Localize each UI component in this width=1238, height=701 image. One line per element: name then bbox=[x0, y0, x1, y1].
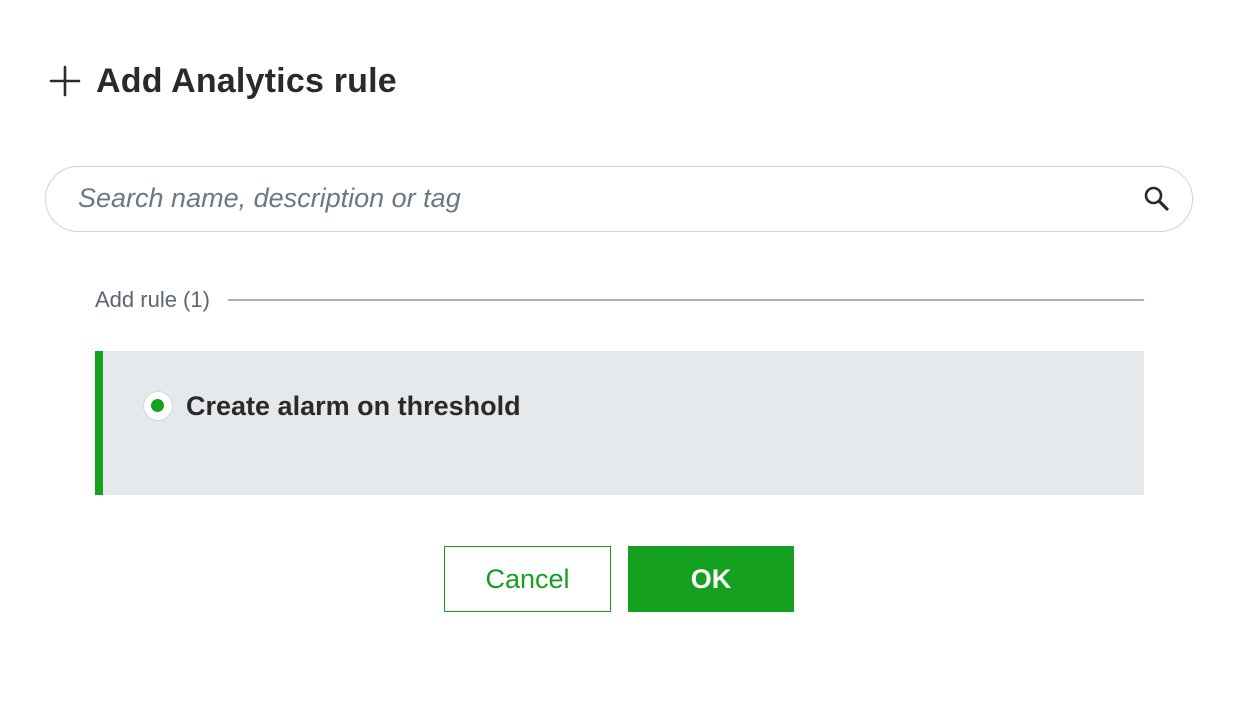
section-divider bbox=[227, 299, 1144, 301]
section-label: Add rule (1) bbox=[95, 287, 210, 312]
add-analytics-rule-dialog: Add Analytics rule Add rule (1) Create a… bbox=[0, 0, 1238, 701]
dialog-header: Add Analytics rule bbox=[48, 56, 397, 106]
search-box bbox=[45, 166, 1193, 232]
search-input[interactable] bbox=[78, 167, 1118, 230]
dialog-title: Add Analytics rule bbox=[96, 61, 397, 100]
section-header: Add rule (1) bbox=[95, 284, 1144, 316]
rule-item-create-alarm-on-threshold[interactable]: Create alarm on threshold bbox=[95, 351, 1144, 495]
rule-radio-button[interactable] bbox=[143, 391, 173, 421]
plus-icon bbox=[48, 64, 82, 98]
rule-label: Create alarm on threshold bbox=[186, 391, 521, 421]
ok-button[interactable]: OK bbox=[628, 546, 794, 612]
cancel-button[interactable]: Cancel bbox=[444, 546, 611, 612]
search-icon[interactable] bbox=[1142, 184, 1172, 214]
radio-selected-dot bbox=[151, 399, 164, 412]
